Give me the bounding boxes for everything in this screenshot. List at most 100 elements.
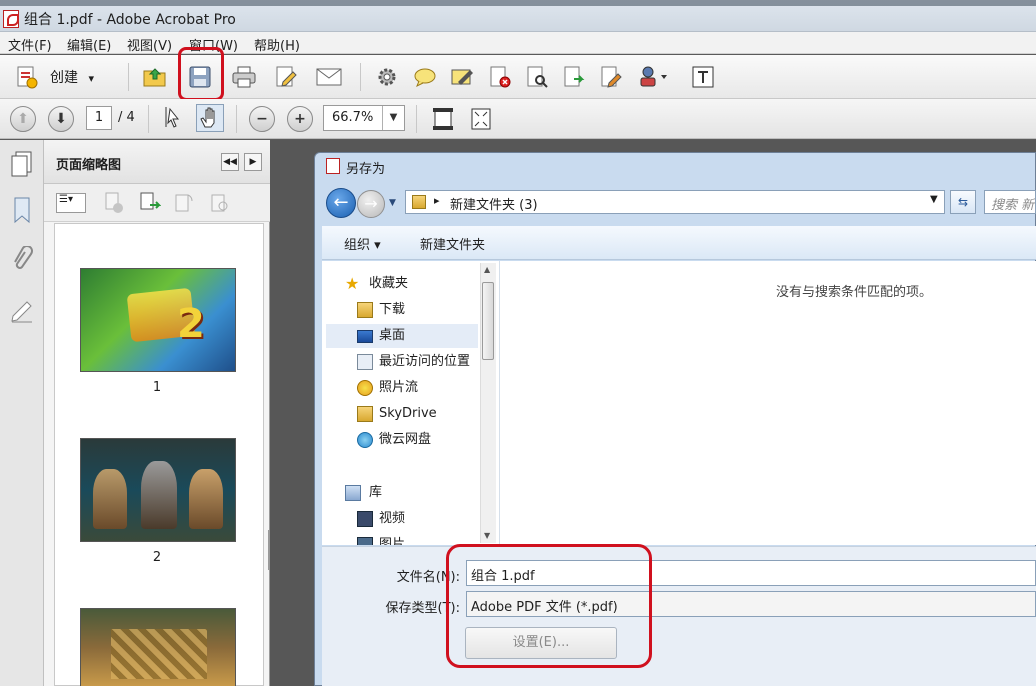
collapse-panel-icon[interactable]: ◀◀: [221, 153, 239, 171]
photostream-icon: [357, 380, 373, 396]
nav-item-library[interactable]: 库: [345, 481, 477, 505]
remove-content-icon[interactable]: [487, 64, 513, 90]
address-dropdown-icon[interactable]: ▼: [930, 194, 938, 205]
star-icon: ★: [345, 274, 360, 293]
toolbar-separator: [416, 105, 417, 133]
comment-icon[interactable]: [412, 64, 438, 90]
toolbar-separator: [360, 63, 361, 91]
thumbnail-artwork-number: 2: [177, 301, 205, 347]
open-folder-icon[interactable]: [142, 64, 168, 90]
address-path[interactable]: 新建文件夹 (3): [450, 194, 538, 213]
page-thumbnail-2[interactable]: [80, 438, 236, 542]
filename-label: 文件名(N):: [396, 570, 460, 585]
recent-locations-icon[interactable]: ▼: [389, 198, 396, 208]
attachment-icon[interactable]: [10, 245, 34, 276]
acrobat-dialog-icon: [326, 158, 340, 174]
thumbnails-panel-title: 页面缩略图: [56, 158, 122, 173]
create-pdf-icon[interactable]: [14, 64, 40, 90]
email-icon[interactable]: [316, 64, 342, 90]
stamp-icon[interactable]: [636, 64, 670, 90]
scroll-up-icon[interactable]: ▲: [484, 265, 490, 274]
hand-tool-icon[interactable]: [196, 104, 224, 132]
scrollbar-thumb[interactable]: [482, 282, 494, 360]
forward-arrow-icon[interactable]: →: [357, 190, 385, 218]
save-button-highlight: [178, 47, 224, 101]
next-page-icon[interactable]: ⬇: [48, 106, 74, 132]
chevron-down-icon: ▾: [88, 72, 94, 85]
nav-item-recent-places[interactable]: 最近访问的位置: [345, 350, 477, 374]
rotate-page-icon[interactable]: [174, 192, 194, 214]
desktop-icon: [357, 330, 373, 343]
insert-page-icon[interactable]: [139, 192, 162, 214]
toolbar-separator: [236, 105, 237, 133]
menu-view[interactable]: 视图(V): [127, 35, 172, 54]
export-document-icon[interactable]: [561, 64, 587, 90]
extract-page-icon[interactable]: [210, 192, 230, 214]
search-input[interactable]: 搜索 新: [984, 190, 1036, 214]
thumbnail-artwork: [93, 469, 127, 529]
recent-places-icon: [357, 354, 373, 370]
panel-options-icon[interactable]: ▶: [244, 153, 262, 171]
refresh-icon[interactable]: ⇆: [950, 190, 976, 214]
fit-page-icon[interactable]: [432, 106, 454, 132]
file-list-pane: [500, 261, 1036, 545]
library-icon: [345, 485, 361, 501]
nav-item-downloads[interactable]: 下载: [345, 298, 477, 322]
gear-icon[interactable]: [374, 64, 400, 90]
navigation-rail: [0, 140, 44, 686]
sign-icon[interactable]: [449, 64, 475, 90]
zoom-out-icon[interactable]: −: [249, 106, 275, 132]
thumbnail-artwork: [111, 629, 207, 679]
thumbnail-label: 1: [152, 380, 162, 395]
picture-library-icon: [357, 537, 373, 545]
filename-fields-highlight: [446, 544, 652, 668]
thumbnails-toolbar: ☰▾: [44, 184, 270, 222]
text-tool-icon[interactable]: [690, 64, 716, 90]
empty-results-message: 没有与搜索条件匹配的项。: [776, 285, 933, 300]
nav-item-videos[interactable]: 视频: [345, 507, 477, 531]
title-bar-top-strip: [0, 0, 1036, 6]
acrobat-app-icon: [3, 10, 19, 28]
menu-file[interactable]: 文件(F): [8, 35, 52, 54]
organize-button[interactable]: 组织 ▾: [344, 234, 381, 253]
toolbar-separator: [148, 105, 149, 133]
nav-item-photostream[interactable]: 照片流: [345, 376, 477, 400]
download-folder-icon: [357, 302, 373, 318]
zoom-dropdown-icon[interactable]: ▼: [382, 106, 404, 130]
new-folder-button[interactable]: 新建文件夹: [420, 234, 485, 253]
menu-bar: 文件(F) 编辑(E) 视图(V) 窗口(W) 帮助(H): [0, 32, 1036, 54]
page-thumbnails-icon[interactable]: [10, 150, 34, 178]
select-cursor-icon[interactable]: [162, 105, 184, 131]
skydrive-folder-icon: [357, 406, 373, 422]
edit-document-icon[interactable]: [273, 64, 299, 90]
nav-item-desktop[interactable]: 桌面: [345, 324, 477, 348]
print-icon[interactable]: [231, 64, 257, 90]
nav-item-favorites[interactable]: ★ 收藏夹: [345, 272, 477, 296]
weiyun-icon: [357, 432, 373, 448]
breadcrumb-arrow-icon[interactable]: ▸: [434, 194, 440, 207]
back-arrow-icon[interactable]: ←: [326, 188, 356, 218]
zoom-in-icon[interactable]: +: [287, 106, 313, 132]
nav-item-weiyun[interactable]: 微云网盘: [345, 428, 477, 452]
menu-help[interactable]: 帮助(H): [254, 35, 300, 54]
signatures-icon[interactable]: [10, 296, 34, 324]
page-thumbnail-3[interactable]: [80, 608, 236, 686]
thumbnail-label: 2: [152, 550, 162, 565]
page-number-input[interactable]: 1: [86, 106, 112, 130]
window-title: 组合 1.pdf - Adobe Acrobat Pro: [24, 12, 236, 28]
bookmark-icon[interactable]: [10, 196, 34, 226]
form-edit-icon[interactable]: [598, 64, 624, 90]
search-document-icon[interactable]: [524, 64, 550, 90]
video-library-icon: [357, 511, 373, 527]
filetype-label: 保存类型(T):: [385, 601, 460, 616]
full-screen-icon[interactable]: [470, 106, 492, 132]
scroll-down-icon[interactable]: ▼: [484, 531, 490, 540]
delete-page-icon[interactable]: [104, 192, 124, 214]
previous-page-icon[interactable]: ⬆: [10, 106, 36, 132]
menu-edit[interactable]: 编辑(E): [67, 35, 111, 54]
nav-item-skydrive[interactable]: SkyDrive: [345, 402, 477, 426]
page-thumbnail-1[interactable]: 2: [80, 268, 236, 372]
thumbnail-artwork: [141, 461, 177, 529]
thumbnail-options-icon[interactable]: ☰▾: [56, 193, 86, 213]
create-button[interactable]: 创建 ▾: [50, 67, 94, 87]
